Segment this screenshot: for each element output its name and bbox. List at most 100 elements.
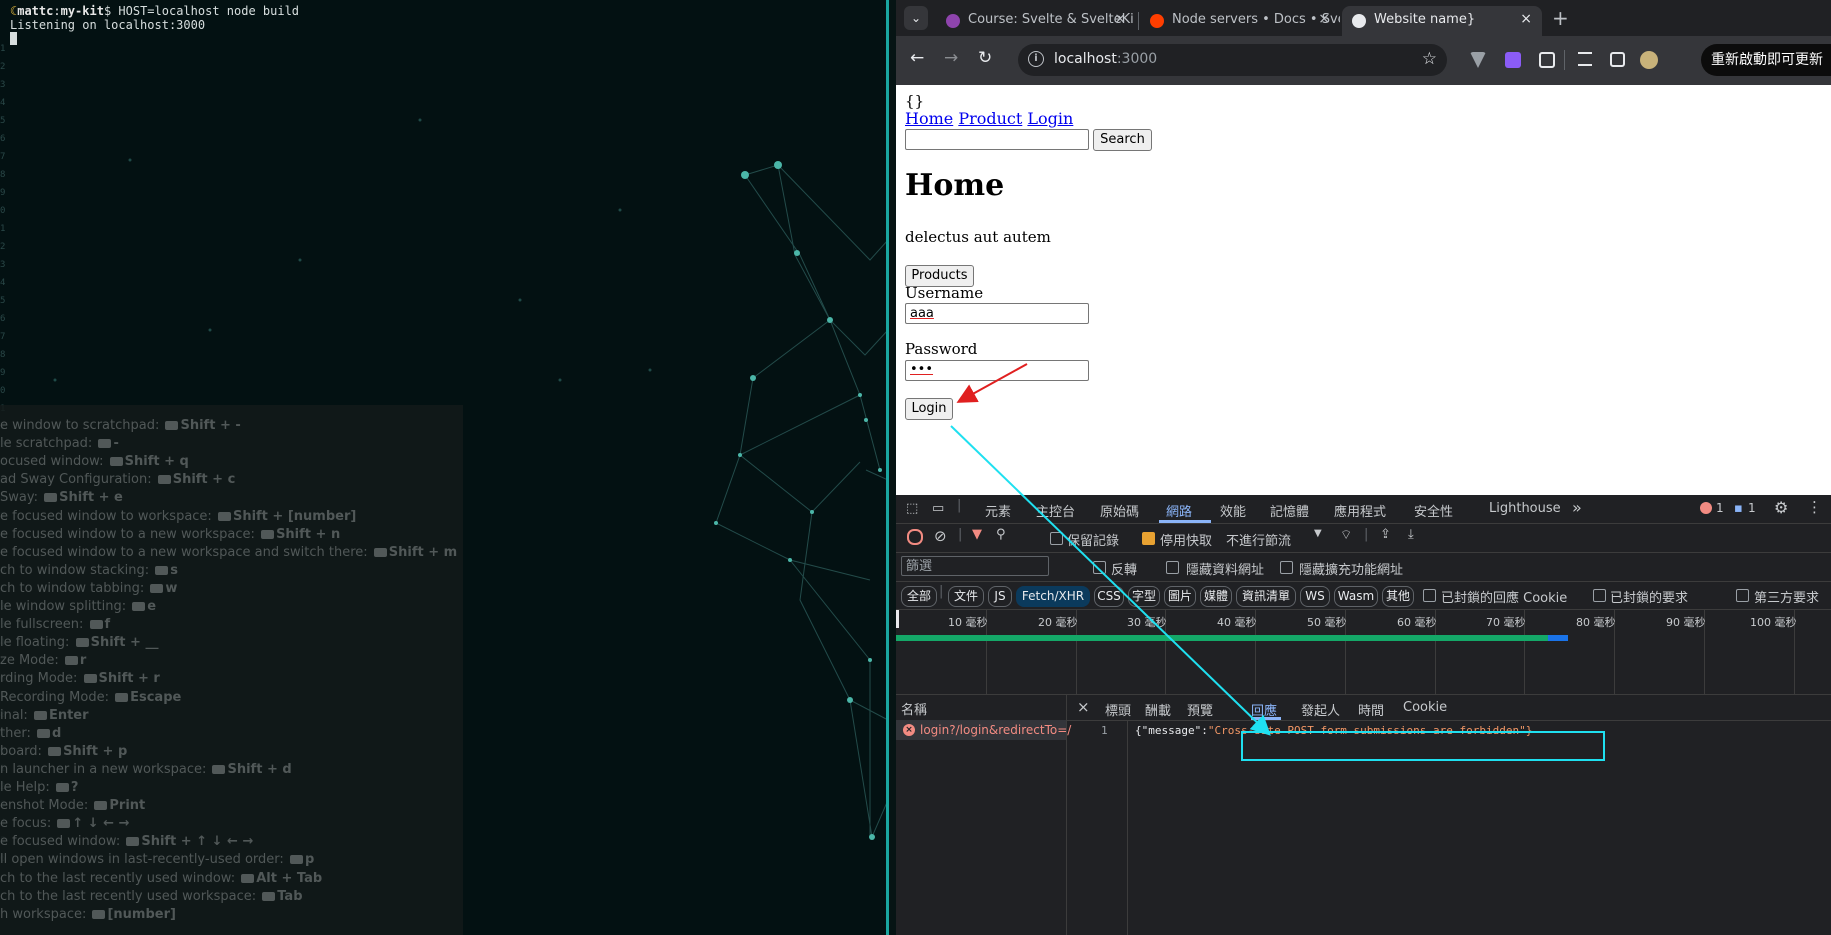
media-control-icon[interactable] <box>1578 52 1592 66</box>
search-button[interactable]: Search <box>1093 129 1152 151</box>
third-party-checkbox[interactable] <box>1736 589 1749 602</box>
hide-extension-urls-checkbox[interactable] <box>1280 561 1293 574</box>
import-har-icon[interactable]: ⇪ <box>1380 527 1391 542</box>
name-column-header[interactable]: 名稱 <box>901 699 927 718</box>
devtools-tab-sources[interactable]: 原始碼 <box>1100 501 1139 520</box>
type-filter-css[interactable]: CSS <box>1094 586 1124 607</box>
type-filter-js[interactable]: JS <box>988 586 1012 607</box>
address-bar[interactable]: i localhost:3000 ☆ <box>1018 44 1447 76</box>
devtools-tab-lighthouse[interactable]: Lighthouse <box>1489 501 1561 516</box>
type-filter-media[interactable]: 媒體 <box>1200 586 1232 607</box>
sway-help-line: le scratchpad: - <box>0 436 119 452</box>
throttling-select[interactable]: 不進行節流 <box>1226 530 1291 549</box>
restart-to-update-button[interactable]: 重新啟動即可更新 <box>1701 44 1831 76</box>
sway-help-line: e window to scratchpad: Shift + - <box>0 418 241 433</box>
new-tab-button[interactable]: + <box>1552 6 1569 30</box>
devtools-tab-console[interactable]: 主控台 <box>1036 501 1075 520</box>
site-info-icon[interactable]: i <box>1028 51 1044 67</box>
profile-avatar-icon[interactable] <box>1640 51 1658 69</box>
invert-label: 反轉 <box>1111 563 1138 578</box>
site-nav: Home Product Login <box>905 109 1073 128</box>
error-count-icon[interactable] <box>1700 502 1712 514</box>
type-filter-manifest[interactable]: 資訊清單 <box>1236 586 1296 607</box>
type-filter-fetch-xhr[interactable]: Fetch/XHR <box>1016 586 1090 607</box>
network-timeline-overview[interactable]: 10 毫秒 20 毫秒 30 毫秒 40 毫秒 50 毫秒 60 毫秒 70 毫… <box>896 610 1831 695</box>
device-toolbar-icon[interactable]: ▭ <box>932 501 944 516</box>
keyboard-icon <box>157 475 171 485</box>
detail-tab-payload[interactable]: 酬載 <box>1145 700 1171 719</box>
back-arrow-icon[interactable]: ← <box>910 48 924 68</box>
close-icon[interactable]: × <box>1520 11 1532 27</box>
record-stop-icon[interactable] <box>907 529 923 545</box>
close-icon[interactable]: × <box>1318 11 1330 27</box>
dropdown-arrow-icon[interactable]: ▼ <box>1314 528 1322 539</box>
nav-link-product[interactable]: Product <box>958 109 1022 128</box>
type-filter-other[interactable]: 其他 <box>1382 586 1414 607</box>
search-icon[interactable]: ⚲ <box>996 527 1006 542</box>
devtools-tab-memory[interactable]: 記憶體 <box>1270 501 1309 520</box>
close-details-icon[interactable]: × <box>1077 698 1090 716</box>
username-field[interactable]: aaa <box>905 303 1089 324</box>
browser-window[interactable]: ⌄ Course: Svelte & SvelteKi × Node serve… <box>896 0 1831 935</box>
hide-data-urls-checkbox[interactable] <box>1166 561 1179 574</box>
tab-search-button[interactable]: ⌄ <box>904 6 928 30</box>
tab-favicon-icon <box>946 14 960 28</box>
disable-cache-label: 停用快取 <box>1160 534 1213 549</box>
export-har-icon[interactable]: ⤓ <box>1408 527 1414 542</box>
keyboard-icon <box>33 710 47 720</box>
keyboard-icon <box>75 638 89 648</box>
keyboard-icon <box>92 909 106 919</box>
type-filter-wasm[interactable]: Wasm <box>1334 586 1378 607</box>
reload-icon[interactable]: ↻ <box>978 48 992 68</box>
tab-svelte-course[interactable]: Course: Svelte & SvelteKi × <box>936 6 1136 36</box>
devtools-tab-application[interactable]: 應用程式 <box>1334 501 1386 520</box>
settings-gear-icon[interactable]: ⚙ <box>1774 498 1788 517</box>
detail-tab-cookies[interactable]: Cookie <box>1403 700 1447 715</box>
terminal-output[interactable]: ☾mattc:my-kit$ HOST=localhost node build… <box>10 4 299 46</box>
terminal-window[interactable]: 1234567890123456789012345678901234567890… <box>0 0 888 935</box>
side-panel-icon[interactable] <box>1610 52 1625 67</box>
sway-help-line: board: Shift + p <box>0 743 128 759</box>
blocked-cookies-checkbox[interactable] <box>1423 589 1436 602</box>
disable-cache-checkbox[interactable] <box>1142 532 1155 545</box>
password-field[interactable]: ••• <box>905 360 1089 381</box>
type-filter-doc[interactable]: 文件 <box>948 586 984 607</box>
search-input[interactable] <box>905 129 1089 150</box>
blocked-requests-checkbox[interactable] <box>1593 589 1606 602</box>
more-tabs-icon[interactable]: » <box>1572 498 1582 517</box>
extensions-puzzle-icon[interactable] <box>1539 52 1555 68</box>
kebab-menu-icon[interactable]: ⋮ <box>1807 498 1822 516</box>
invert-checkbox[interactable] <box>1093 561 1106 574</box>
nav-link-login[interactable]: Login <box>1027 109 1073 128</box>
type-filter-all[interactable]: 全部 <box>901 586 937 607</box>
vue-devtools-extension-icon[interactable] <box>1470 52 1486 68</box>
detail-tab-preview[interactable]: 預覽 <box>1187 700 1213 719</box>
forward-arrow-icon[interactable]: → <box>944 48 958 68</box>
devtools-tab-performance[interactable]: 效能 <box>1220 501 1246 520</box>
nav-link-home[interactable]: Home <box>905 109 953 128</box>
type-filter-ws[interactable]: WS <box>1300 586 1330 607</box>
filter-funnel-icon[interactable]: ▼ <box>972 527 982 542</box>
tab-node-servers-docs[interactable]: Node servers • Docs • Sve × <box>1140 6 1340 36</box>
type-filter-font[interactable]: 字型 <box>1128 586 1160 607</box>
inspect-element-icon[interactable]: ⬚ <box>906 501 918 516</box>
detail-tab-headers[interactable]: 標頭 <box>1105 700 1131 719</box>
type-filter-img[interactable]: 圖片 <box>1164 586 1196 607</box>
detail-tab-initiator[interactable]: 發起人 <box>1301 700 1340 719</box>
message-count-icon[interactable]: ▪ <box>1734 501 1743 516</box>
filter-input[interactable]: 篩選 <box>901 556 1049 576</box>
devtools-tab-network[interactable]: 網路 <box>1166 501 1192 520</box>
detail-tab-timing[interactable]: 時間 <box>1358 700 1384 719</box>
extension-icon[interactable] <box>1505 52 1521 68</box>
login-button[interactable]: Login <box>905 398 953 420</box>
devtools-tab-security[interactable]: 安全性 <box>1414 501 1453 520</box>
tab-website-name[interactable]: Website name} × <box>1342 6 1542 36</box>
network-conditions-icon[interactable]: ⌔ <box>1340 527 1352 543</box>
window-divider[interactable] <box>886 0 889 935</box>
devtools-tab-elements[interactable]: 元素 <box>985 501 1011 520</box>
bookmark-star-icon[interactable]: ☆ <box>1422 49 1437 69</box>
close-icon[interactable]: × <box>1114 11 1126 27</box>
preserve-log-checkbox[interactable] <box>1050 532 1063 545</box>
clear-icon[interactable]: ⊘ <box>934 527 947 545</box>
request-row[interactable]: × login?/login&redirectTo=/ <box>896 720 1071 740</box>
